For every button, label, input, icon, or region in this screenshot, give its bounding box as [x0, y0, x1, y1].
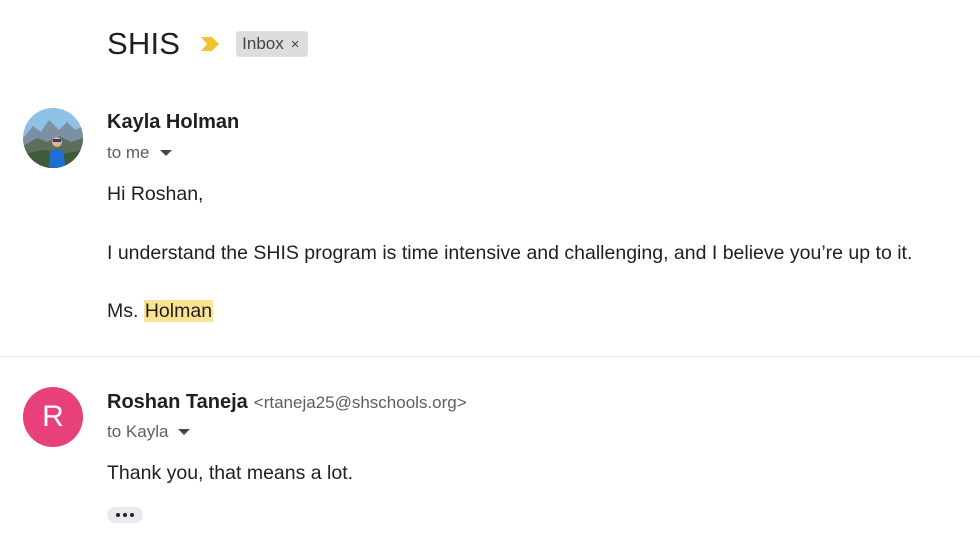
more-dot: [123, 513, 127, 517]
caret-down-icon: [178, 429, 191, 435]
more-dot: [130, 513, 134, 517]
recipients-toggle[interactable]: to me: [107, 143, 172, 163]
recipients-toggle[interactable]: to Kayla: [107, 422, 191, 442]
recipients-text: to me: [107, 143, 150, 162]
remove-label-icon[interactable]: ×: [291, 36, 300, 53]
show-trimmed-content-button[interactable]: [107, 507, 143, 523]
avatar-photo-icon: [23, 108, 83, 168]
caret-down-icon: [159, 150, 172, 156]
message-greeting: Hi Roshan,: [107, 183, 204, 205]
thread-header: SHIS Inbox ×: [107, 24, 308, 64]
avatar[interactable]: R: [23, 387, 83, 447]
sender-email: <rtaneja25@shschools.org>: [253, 393, 467, 412]
signoff-prefix: Ms.: [107, 300, 144, 322]
message-divider: [0, 356, 980, 357]
sender-name[interactable]: Roshan Taneja: [107, 391, 248, 414]
sender-line: Roshan Taneja <rtaneja25@shschools.org>: [107, 391, 467, 414]
search-highlight: Holman: [143, 300, 214, 322]
message-signoff: Ms. Holman: [107, 300, 214, 323]
label-chip-inbox: Inbox ×: [236, 31, 308, 57]
more-dot: [116, 513, 120, 517]
label-chip-text: Inbox: [242, 34, 284, 53]
thread-subject: SHIS: [107, 26, 181, 61]
importance-marker-icon[interactable]: [200, 36, 220, 52]
avatar[interactable]: [23, 108, 83, 168]
message-text: Thank you, that means a lot.: [107, 462, 354, 484]
sender-line: Kayla Holman: [107, 111, 239, 134]
message-paragraph: I understand the SHIS program is time in…: [107, 242, 913, 264]
sender-name[interactable]: Kayla Holman: [107, 111, 239, 134]
recipients-text: to Kayla: [107, 422, 169, 441]
